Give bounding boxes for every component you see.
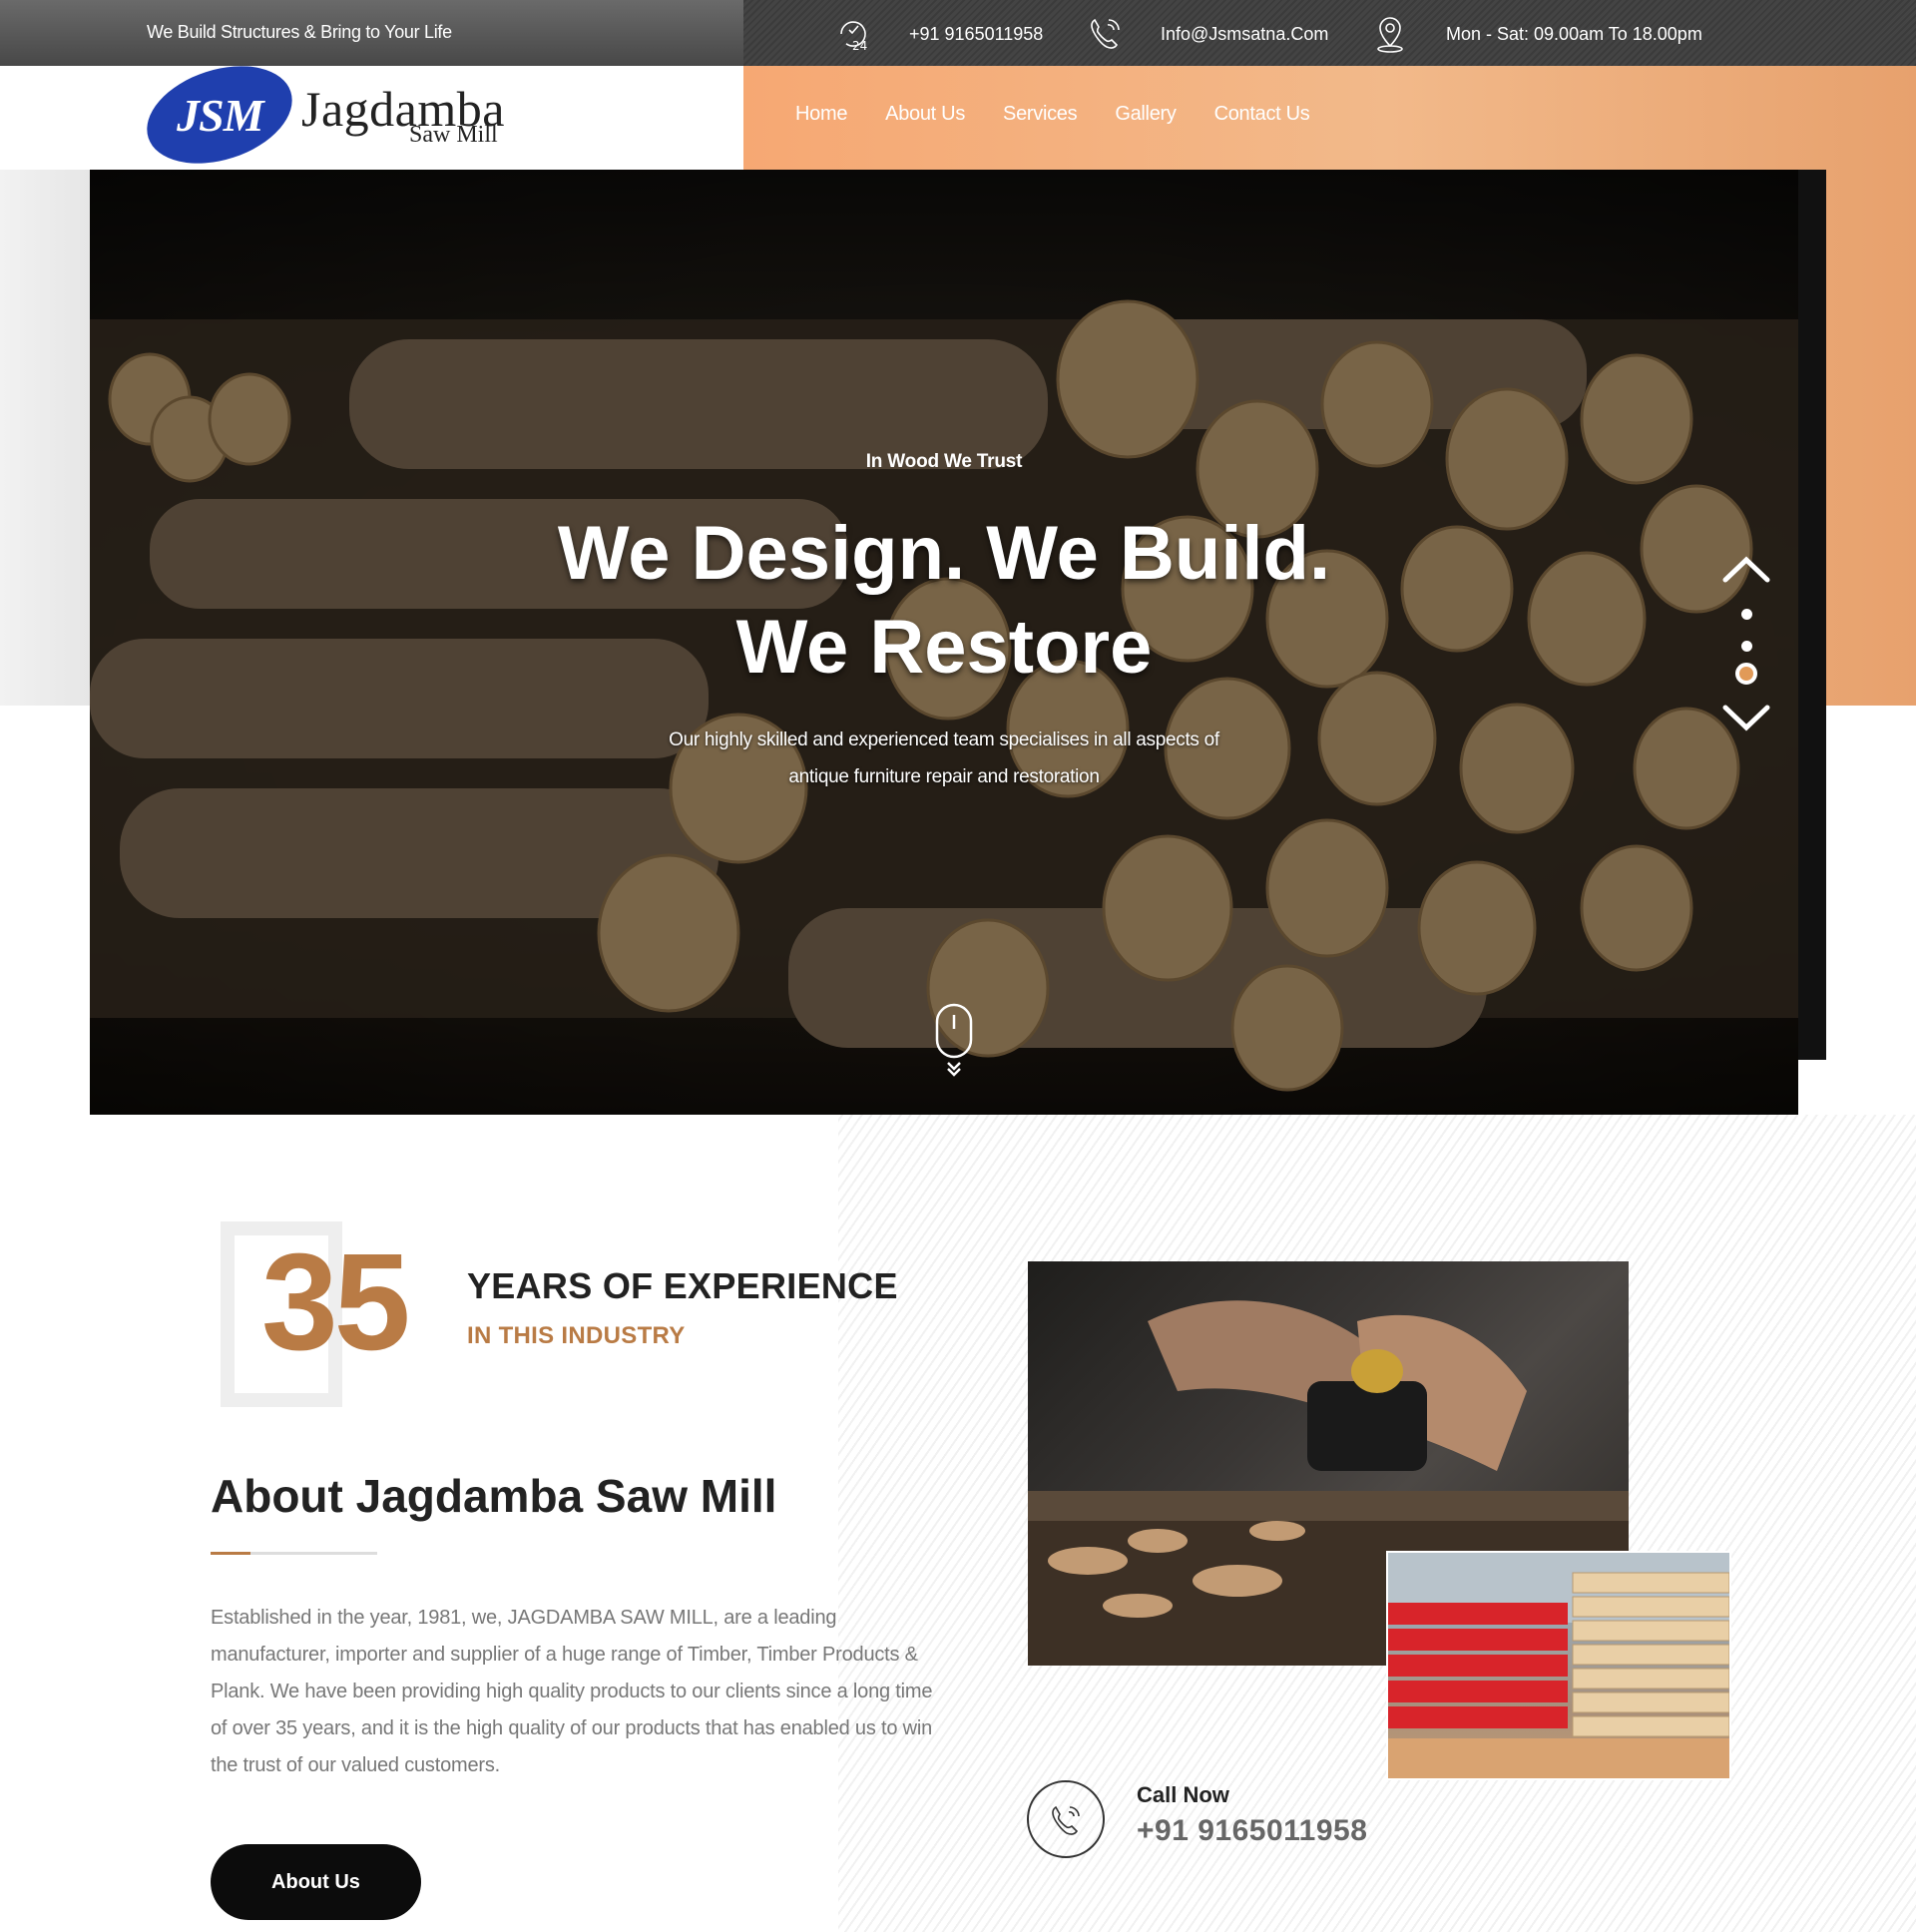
title-underline [211,1552,377,1555]
hero-slider: In Wood We Trust We Design. We Build. We… [90,170,1798,1115]
hours-text: Mon - Sat: 09.00am To 18.00pm [1446,23,1702,44]
logo-mark-text: JSM [176,89,263,141]
top-bar-right: 24 +91 9165011958 Info@Jsmsatna.Com Mon … [743,0,1916,66]
chevron-up-icon[interactable] [1721,554,1771,584]
site-logo[interactable]: JSM Jagdamba Saw Mill [134,49,524,181]
email-text: Info@Jsmsatna.Com [1161,23,1329,44]
phone-text: +91 9165011958 [909,23,1044,44]
timber-stacks-illustration [1388,1553,1729,1778]
nav-about-us[interactable]: About Us [885,103,965,126]
logo-subname: Saw Mill [409,122,498,148]
tagline: We Build Structures & Bring to Your Life [147,22,452,42]
chevron-down-icon[interactable] [1721,704,1771,733]
phone-icon [1052,1805,1080,1835]
hero-subtext-line1: Our highly skilled and experienced team … [669,729,1219,750]
hero-headline-line2: We Restore [735,605,1153,690]
hero-subtext-line2: antique furniture repair and restoration [788,766,1100,787]
contact-phone[interactable]: 24 +91 9165011958 [833,14,1043,54]
about-paragraph: Established in the year, 1981, we, JAGDA… [211,1607,933,1776]
nav-contact-us[interactable]: Contact Us [1214,103,1310,126]
slider-dot-1[interactable] [1741,609,1752,620]
about-us-button[interactable]: About Us [211,1844,421,1920]
contact-email[interactable]: Info@Jsmsatna.Com [1085,14,1328,54]
hero-kicker: In Wood We Trust [865,451,1023,472]
call-now-button[interactable] [1027,1780,1105,1858]
call-now-label: Call Now [1137,1782,1229,1807]
nav-home[interactable]: Home [795,103,847,126]
slider-nav [1711,554,1781,753]
hero-headline: We Design. We Build. We Restore [90,507,1798,695]
24-hour-clock-icon: 24 [840,21,867,53]
svg-text:24: 24 [852,39,867,53]
experience-subtitle: IN THIS INDUSTRY [467,1322,686,1349]
call-now-number[interactable]: +91 9165011958 [1137,1814,1367,1848]
hero-shadow [1796,170,1826,1060]
phone-call-icon [1091,18,1120,49]
slider-dot-3-active[interactable] [1735,663,1757,685]
experience-title: YEARS OF EXPERIENCE [467,1265,898,1306]
nav-gallery[interactable]: Gallery [1115,103,1177,126]
scroll-down-mouse-icon[interactable] [933,1003,977,1078]
top-bar-left: We Build Structures & Bring to Your Life [0,0,743,66]
timber-stacks-photo [1386,1551,1731,1780]
nav-services[interactable]: Services [1003,103,1078,126]
experience-years: 35 [261,1225,410,1379]
contact-hours: Mon - Sat: 09.00am To 18.00pm [1370,14,1702,54]
left-gray-panel [0,170,90,706]
hero-subtext: Our highly skilled and experienced team … [90,722,1798,795]
hero-headline-line1: We Design. We Build. [557,511,1331,596]
main-nav: Home About Us Services Gallery Contact U… [795,103,1348,126]
top-bar: We Build Structures & Bring to Your Life… [0,0,1916,66]
about-title: About Jagdamba Saw Mill [211,1470,777,1522]
location-pin-icon [1377,17,1403,53]
logo-mark: JSM [134,49,305,181]
slider-dot-2[interactable] [1741,641,1752,652]
